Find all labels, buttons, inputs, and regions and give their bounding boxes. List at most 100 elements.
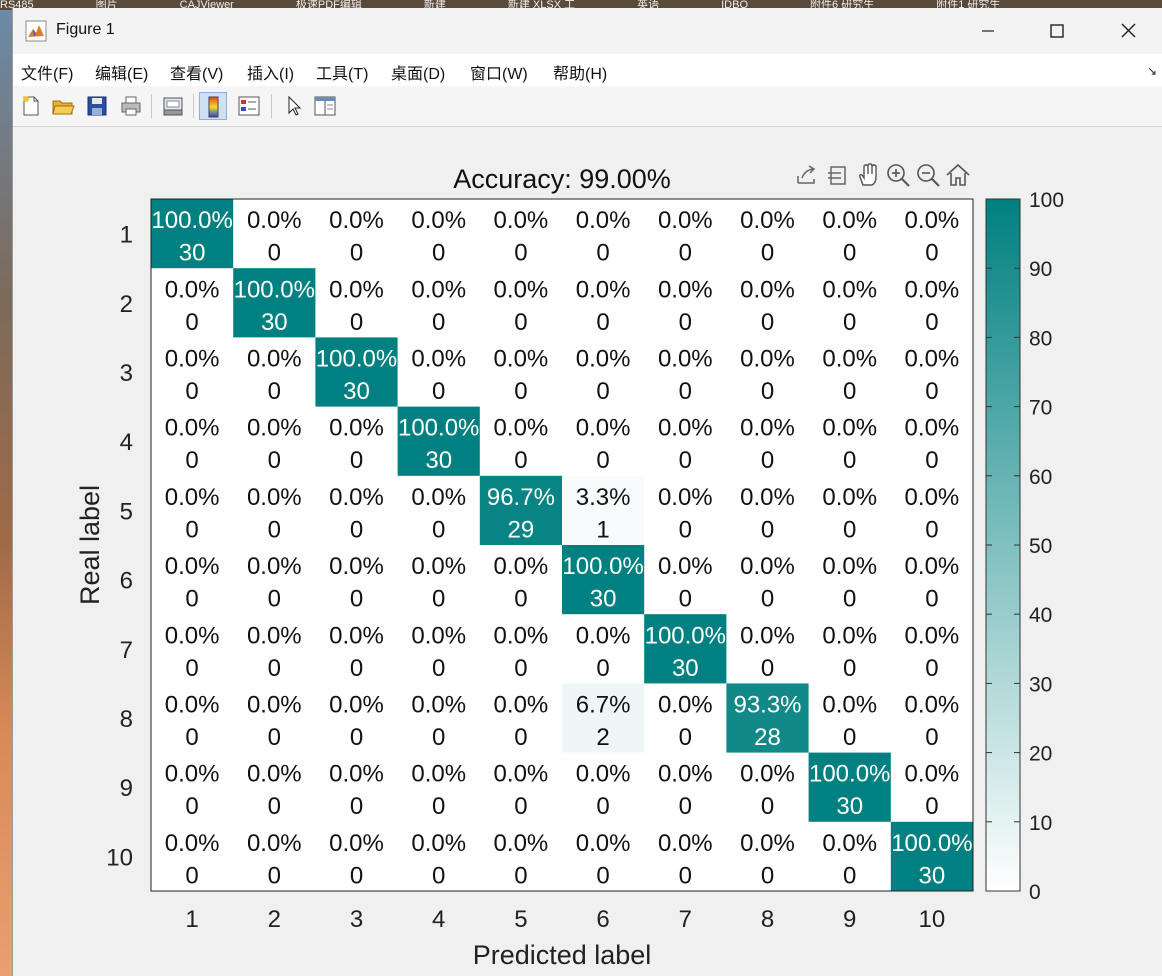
open-file-button[interactable] bbox=[49, 92, 77, 120]
cell-count-label: 0 bbox=[185, 586, 198, 613]
menu-file[interactable]: 文件(F) bbox=[21, 60, 73, 84]
cell-percent-label: 0.0% bbox=[905, 761, 960, 788]
open-file-icon bbox=[52, 100, 75, 115]
colorbar-tick-label: 90 bbox=[1029, 258, 1052, 281]
print-button[interactable] bbox=[117, 92, 145, 120]
y-tick-label: 9 bbox=[120, 775, 133, 802]
brush-data-button[interactable] bbox=[824, 161, 852, 189]
cell-percent-label: 0.0% bbox=[411, 207, 466, 234]
close-button[interactable] bbox=[1105, 16, 1151, 46]
cell-count-label: 0 bbox=[679, 516, 692, 543]
zoom-out-button[interactable] bbox=[914, 161, 942, 189]
property-inspector-button[interactable] bbox=[311, 92, 339, 120]
cell-count-label: 29 bbox=[508, 516, 535, 543]
cell-percent-label: 0.0% bbox=[740, 553, 795, 580]
cell-count-label: 0 bbox=[185, 724, 198, 751]
home-button[interactable] bbox=[944, 161, 972, 189]
colorbar-tick-label: 0 bbox=[1029, 881, 1041, 904]
cell-percent-label: 0.0% bbox=[165, 345, 220, 372]
cell-percent-label: 0.0% bbox=[329, 691, 384, 718]
cell-count-label: 28 bbox=[754, 724, 781, 751]
x-tick-label: 3 bbox=[350, 906, 363, 933]
legend-button[interactable] bbox=[235, 92, 263, 120]
cell-count-label: 0 bbox=[350, 309, 363, 336]
save-button[interactable] bbox=[83, 92, 111, 120]
menu-window[interactable]: 窗口(W) bbox=[470, 60, 528, 84]
cell-count-label: 0 bbox=[925, 655, 938, 682]
cell-percent-label: 0.0% bbox=[658, 553, 713, 580]
minimize-button[interactable] bbox=[965, 16, 1011, 46]
cell-count-label: 0 bbox=[350, 724, 363, 751]
cell-count-label: 0 bbox=[679, 793, 692, 820]
cell-percent-label: 100.0% bbox=[809, 761, 890, 788]
cell-count-label: 0 bbox=[761, 862, 774, 889]
x-tick-label: 6 bbox=[596, 906, 609, 933]
cell-percent-label: 100.0% bbox=[562, 553, 643, 580]
cell-count-label: 0 bbox=[925, 309, 938, 336]
cell-percent-label: 0.0% bbox=[165, 553, 220, 580]
edit-plot-button[interactable] bbox=[279, 92, 307, 120]
cell-percent-label: 0.0% bbox=[494, 761, 549, 788]
colorbar-tick-label: 60 bbox=[1029, 466, 1052, 489]
y-tick-label: 8 bbox=[120, 706, 133, 733]
menu-view[interactable]: 查看(V) bbox=[170, 60, 223, 84]
cell-percent-label: 0.0% bbox=[329, 553, 384, 580]
cell-percent-label: 6.7% bbox=[576, 691, 631, 718]
cell-count-label: 0 bbox=[514, 793, 527, 820]
colorbar-tick-label: 20 bbox=[1029, 743, 1052, 766]
maximize-icon bbox=[1050, 24, 1064, 38]
cell-count-label: 0 bbox=[432, 724, 445, 751]
cell-percent-label: 0.0% bbox=[165, 276, 220, 303]
menu-desktop[interactable]: 桌面(D) bbox=[391, 60, 445, 84]
x-tick-label: 5 bbox=[514, 906, 527, 933]
cell-count-label: 0 bbox=[679, 378, 692, 405]
menu-help[interactable]: 帮助(H) bbox=[553, 60, 607, 84]
cell-count-label: 0 bbox=[432, 862, 445, 889]
pan-button[interactable] bbox=[854, 161, 882, 189]
cell-percent-label: 0.0% bbox=[658, 276, 713, 303]
cell-count-label: 0 bbox=[514, 862, 527, 889]
colorbar-button[interactable] bbox=[199, 92, 227, 120]
cell-count-label: 0 bbox=[843, 724, 856, 751]
toolbar-separator bbox=[151, 94, 152, 118]
cell-percent-label: 0.0% bbox=[494, 207, 549, 234]
cell-count-label: 0 bbox=[350, 447, 363, 474]
zoom-in-icon bbox=[887, 164, 910, 187]
cell-count-label: 0 bbox=[761, 516, 774, 543]
cell-count-label: 0 bbox=[761, 793, 774, 820]
cell-percent-label: 0.0% bbox=[329, 276, 384, 303]
figure-window: Figure 1 文件(F) 编辑(E) 查看(V) 插入(I) 工具(T) 桌… bbox=[12, 8, 1162, 976]
print-icon bbox=[121, 96, 141, 116]
cell-percent-label: 0.0% bbox=[247, 345, 302, 372]
cell-percent-label: 0.0% bbox=[658, 691, 713, 718]
maximize-button[interactable] bbox=[1034, 16, 1080, 46]
dock-arrow-icon[interactable]: ↘ bbox=[1147, 64, 1157, 78]
cell-percent-label: 0.0% bbox=[576, 761, 631, 788]
colorbar-tick-label: 10 bbox=[1029, 812, 1052, 835]
cell-percent-label: 0.0% bbox=[411, 761, 466, 788]
axes-toolbar bbox=[793, 161, 973, 191]
cell-percent-label: 0.0% bbox=[905, 622, 960, 649]
menu-tools[interactable]: 工具(T) bbox=[316, 60, 368, 84]
link-plot-button[interactable] bbox=[159, 92, 187, 120]
cell-count-label: 0 bbox=[925, 516, 938, 543]
cell-count-label: 0 bbox=[268, 586, 281, 613]
new-figure-button[interactable] bbox=[17, 92, 45, 120]
window-title: Figure 1 bbox=[56, 21, 115, 38]
cell-percent-label: 100.0% bbox=[151, 207, 232, 234]
export-button[interactable] bbox=[793, 161, 821, 189]
cell-count-label: 30 bbox=[672, 655, 699, 682]
cell-count-label: 0 bbox=[350, 240, 363, 267]
export-icon bbox=[797, 165, 816, 184]
menu-insert[interactable]: 插入(I) bbox=[247, 60, 294, 84]
figure-toolbar bbox=[13, 86, 1162, 127]
cell-count-label: 0 bbox=[596, 655, 609, 682]
zoom-in-button[interactable] bbox=[884, 161, 912, 189]
cell-count-label: 0 bbox=[925, 447, 938, 474]
menu-edit[interactable]: 编辑(E) bbox=[95, 60, 148, 84]
cell-percent-label: 0.0% bbox=[822, 553, 877, 580]
cell-count-label: 0 bbox=[268, 516, 281, 543]
cell-count-label: 0 bbox=[350, 862, 363, 889]
cell-count-label: 0 bbox=[432, 378, 445, 405]
cell-percent-label: 0.0% bbox=[411, 830, 466, 857]
